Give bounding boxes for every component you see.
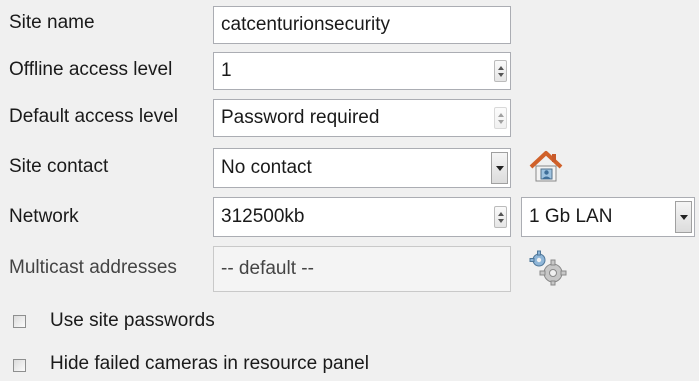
default-access-level-value: Password required	[221, 107, 380, 128]
network-bandwidth-spinner[interactable]	[494, 206, 507, 228]
default-access-level-field[interactable]: Password required	[213, 99, 511, 137]
offline-access-level-value: 1	[221, 60, 232, 81]
site-contact-dropdown[interactable]: No contact	[213, 148, 511, 188]
network-label: Network	[9, 206, 79, 227]
network-type-value: 1 Gb LAN	[529, 206, 613, 227]
use-site-passwords-checkbox[interactable]	[13, 315, 26, 328]
site-name-field[interactable]: catcenturionsecurity	[213, 6, 511, 44]
offline-access-level-field[interactable]: 1	[213, 52, 511, 90]
multicast-addresses-field[interactable]: -- default --	[213, 246, 511, 292]
site-contact-label: Site contact	[9, 156, 109, 177]
network-bandwidth-field[interactable]: 312500kb	[213, 197, 511, 237]
default-access-level-label: Default access level	[9, 106, 178, 127]
use-site-passwords-label[interactable]: Use site passwords	[50, 310, 215, 332]
site-name-value: catcenturionsecurity	[221, 14, 390, 35]
network-bandwidth-value: 312500kb	[221, 206, 305, 227]
multicast-addresses-value: -- default --	[221, 258, 314, 279]
site-name-label: Site name	[9, 12, 95, 33]
network-type-dropdown-button[interactable]	[675, 201, 692, 233]
house-icon[interactable]	[527, 148, 565, 184]
hide-failed-cameras-label[interactable]: Hide failed cameras in resource panel	[50, 353, 369, 375]
multicast-addresses-label: Multicast addresses	[9, 257, 177, 278]
site-contact-dropdown-button[interactable]	[491, 152, 508, 184]
network-type-dropdown[interactable]: 1 Gb LAN	[521, 197, 695, 237]
default-access-level-spinner[interactable]	[494, 107, 507, 129]
offline-access-level-spinner[interactable]	[494, 60, 507, 82]
settings-gear-icon[interactable]	[525, 247, 569, 287]
site-contact-value: No contact	[221, 157, 312, 178]
hide-failed-cameras-checkbox[interactable]	[13, 359, 26, 372]
offline-access-level-label: Offline access level	[9, 59, 173, 80]
